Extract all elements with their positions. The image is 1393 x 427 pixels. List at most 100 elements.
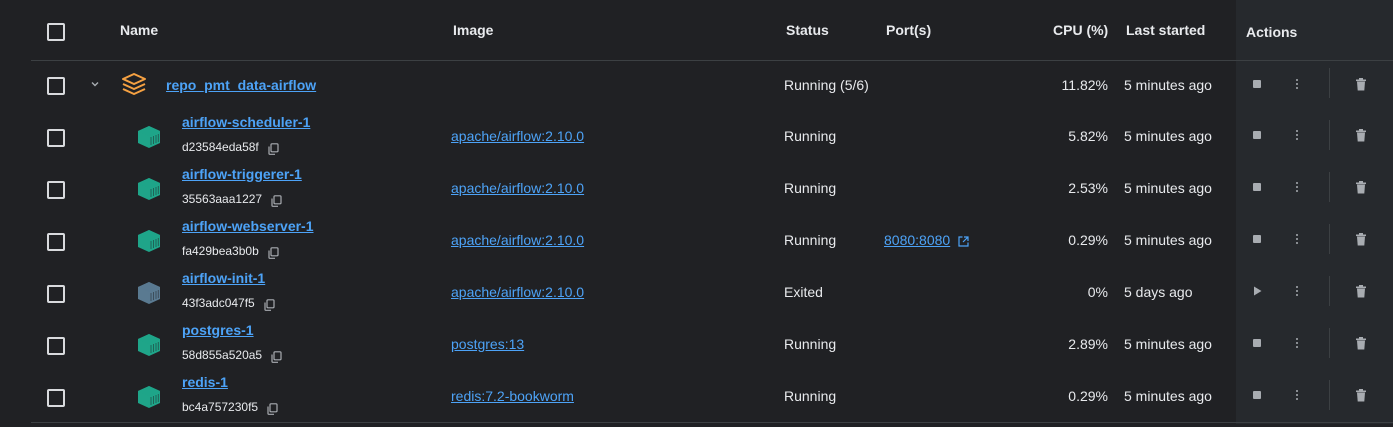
container-status: Running [784, 180, 837, 196]
delete-button[interactable] [1353, 127, 1369, 143]
trash-icon [1356, 180, 1366, 193]
container-last-started: 5 minutes ago [1124, 232, 1212, 248]
container-last-started: 5 days ago [1124, 284, 1193, 300]
more-button[interactable] [1289, 179, 1305, 195]
container-cpu: 2.53% [1068, 180, 1108, 196]
chevron-down-icon[interactable] [89, 78, 101, 90]
more-button[interactable] [1289, 231, 1305, 247]
table-bottom-border [31, 422, 1393, 423]
container-cpu: 0.29% [1068, 388, 1108, 404]
stop-button[interactable] [1249, 76, 1265, 92]
trash-icon [1356, 284, 1366, 297]
stop-button[interactable] [1249, 335, 1265, 351]
kebab-icon [1296, 286, 1298, 296]
header-name[interactable]: Name [120, 22, 158, 38]
more-button[interactable] [1289, 387, 1305, 403]
stop-button[interactable] [1249, 179, 1265, 195]
container-id: 58d855a520a5 [182, 348, 263, 362]
kebab-icon [1296, 130, 1298, 140]
header-cpu[interactable]: CPU (%) [1053, 22, 1108, 38]
container-name-link[interactable]: airflow-triggerer-1 [182, 166, 302, 182]
row-checkbox[interactable] [47, 77, 65, 95]
image-link[interactable]: apache/airflow:2.10.0 [451, 232, 584, 248]
stop-button[interactable] [1249, 231, 1265, 247]
stop-button[interactable] [1249, 387, 1265, 403]
table-header: Name Image Status Port(s) CPU (%) Last s… [31, 0, 1393, 61]
play-icon [1253, 286, 1261, 296]
container-name-link[interactable]: redis-1 [182, 374, 228, 390]
copy-icon[interactable] [267, 403, 278, 415]
more-button[interactable] [1289, 76, 1305, 92]
delete-button[interactable] [1353, 335, 1369, 351]
image-link[interactable]: apache/airflow:2.10.0 [451, 284, 584, 300]
container-cpu: 2.89% [1068, 336, 1108, 352]
container-row[interactable]: airflow-init-1 43f3adc047f5 apache/airfl… [31, 266, 1393, 318]
container-status: Exited [784, 284, 823, 300]
container-row[interactable]: postgres-1 58d855a520a5 postgres:13 Runn… [31, 318, 1393, 370]
container-last-started: 5 minutes ago [1124, 180, 1212, 196]
group-name-link[interactable]: repo_pmt_data-airflow [166, 77, 316, 93]
delete-button[interactable] [1353, 387, 1369, 403]
image-link[interactable]: apache/airflow:2.10.0 [451, 128, 584, 144]
group-status: Running (5/6) [784, 77, 869, 93]
container-last-started: 5 minutes ago [1124, 336, 1212, 352]
container-name-link[interactable]: airflow-scheduler-1 [182, 114, 310, 130]
delete-button[interactable] [1353, 76, 1369, 92]
row-checkbox[interactable] [47, 129, 65, 147]
row-checkbox[interactable] [47, 389, 65, 407]
container-status: Running [784, 232, 837, 248]
header-ports[interactable]: Port(s) [886, 22, 931, 38]
row-checkbox[interactable] [47, 337, 65, 355]
copy-icon[interactable] [264, 299, 275, 311]
container-name-link[interactable]: postgres-1 [182, 322, 254, 338]
image-link[interactable]: postgres:13 [451, 336, 524, 352]
container-row[interactable]: redis-1 bc4a757230f5 redis:7.2-bookworm … [31, 370, 1393, 422]
header-last-started[interactable]: Last started [1126, 22, 1205, 38]
group-row[interactable]: repo_pmt_data-airflow Running (5/6) 11.8… [31, 58, 1393, 110]
start-button[interactable] [1249, 283, 1265, 299]
container-icon [138, 230, 160, 252]
container-cpu: 0% [1087, 284, 1108, 300]
row-checkbox[interactable] [47, 233, 65, 251]
stop-icon [1253, 391, 1261, 399]
copy-icon[interactable] [271, 351, 282, 363]
group-last-started: 5 minutes ago [1124, 77, 1212, 93]
header-status[interactable]: Status [786, 22, 829, 38]
trash-icon [1356, 336, 1366, 349]
more-button[interactable] [1289, 283, 1305, 299]
image-link[interactable]: apache/airflow:2.10.0 [451, 180, 584, 196]
stop-icon [1253, 339, 1261, 347]
copy-icon[interactable] [268, 247, 279, 259]
stop-button[interactable] [1249, 127, 1265, 143]
container-row[interactable]: airflow-scheduler-1 d23584eda58f apache/… [31, 110, 1393, 162]
container-name-link[interactable]: airflow-init-1 [182, 270, 265, 286]
container-last-started: 5 minutes ago [1124, 128, 1212, 144]
more-button[interactable] [1289, 335, 1305, 351]
delete-button[interactable] [1353, 283, 1369, 299]
container-cpu: 5.82% [1068, 128, 1108, 144]
image-link[interactable]: redis:7.2-bookworm [451, 388, 574, 404]
port-link[interactable]: 8080:8080 [884, 232, 950, 248]
actions-divider [1329, 276, 1330, 306]
copy-icon[interactable] [268, 143, 279, 155]
container-row[interactable]: airflow-triggerer-1 35563aaa1227 apache/… [31, 162, 1393, 214]
more-button[interactable] [1289, 127, 1305, 143]
container-status: Running [784, 388, 837, 404]
kebab-icon [1296, 338, 1298, 348]
group-cpu: 11.82% [1061, 77, 1108, 93]
container-icon [138, 386, 160, 408]
row-checkbox[interactable] [47, 285, 65, 303]
container-row[interactable]: airflow-webserver-1 fa429bea3b0b apache/… [31, 214, 1393, 266]
stack-icon [122, 73, 146, 95]
copy-icon[interactable] [271, 195, 282, 207]
trash-icon [1356, 232, 1366, 245]
row-checkbox[interactable] [47, 181, 65, 199]
delete-button[interactable] [1353, 231, 1369, 247]
header-image[interactable]: Image [453, 22, 493, 38]
delete-button[interactable] [1353, 179, 1369, 195]
kebab-icon [1296, 79, 1298, 89]
external-link-icon[interactable] [958, 236, 969, 247]
select-all-checkbox[interactable] [47, 23, 65, 41]
container-status: Running [784, 128, 837, 144]
container-name-link[interactable]: airflow-webserver-1 [182, 218, 314, 234]
